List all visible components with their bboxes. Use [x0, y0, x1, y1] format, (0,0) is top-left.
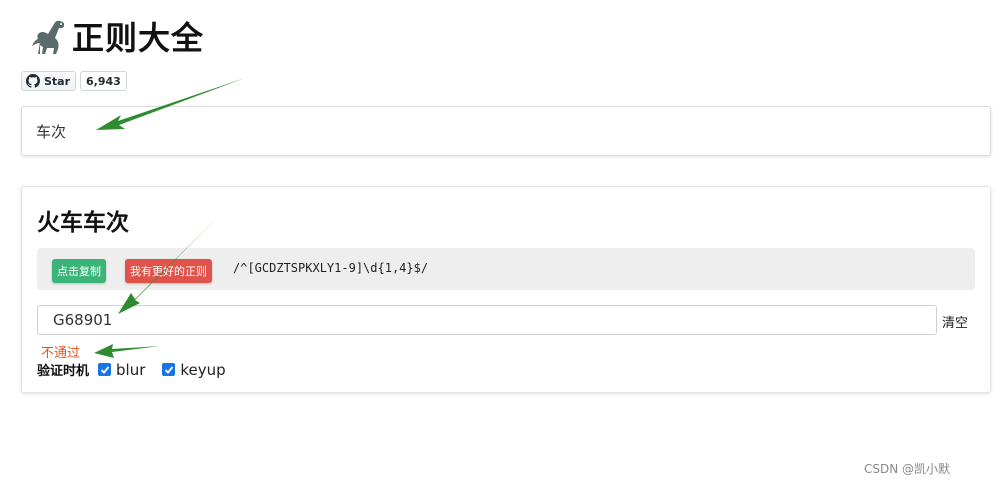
keyup-label: keyup	[180, 360, 226, 379]
regex-pattern: /^[GCDZTSPKXLY1-9]\d{1,4}$/	[233, 261, 429, 275]
search-box	[21, 106, 991, 156]
blur-label: blur	[116, 360, 146, 379]
search-input[interactable]	[36, 107, 936, 155]
better-regex-button[interactable]: 我有更好的正则	[125, 259, 212, 283]
github-icon	[26, 74, 40, 88]
validation-timing: 验证时机 blur keyup	[37, 360, 243, 380]
card-title: 火车车次	[37, 210, 129, 236]
regex-card: 火车车次 点击复制 我有更好的正则 /^[GCDZTSPKXLY1-9]\d{1…	[21, 186, 991, 393]
clear-button[interactable]: 清空	[942, 312, 968, 331]
regex-code-bar: 点击复制 我有更好的正则 /^[GCDZTSPKXLY1-9]\d{1,4}$/	[37, 248, 975, 290]
validation-result: 不通过	[41, 346, 81, 361]
keyup-checkbox[interactable]	[162, 363, 176, 376]
check-icon	[100, 365, 109, 374]
check-icon	[164, 365, 174, 374]
github-star-widget: Star 6,943	[21, 71, 127, 91]
timing-label: 验证时机	[37, 364, 90, 379]
watermark: CSDN @凯小默	[864, 462, 951, 476]
copy-button[interactable]: 点击复制	[52, 259, 106, 283]
blur-checkbox[interactable]	[98, 363, 112, 376]
dinosaur-icon	[32, 20, 65, 54]
test-input[interactable]	[37, 305, 937, 335]
page-header: 正则大全	[30, 14, 204, 58]
star-label: Star	[44, 74, 71, 88]
github-star-button[interactable]: Star	[21, 71, 77, 91]
page-title: 正则大全	[72, 19, 205, 57]
star-count[interactable]: 6,943	[80, 71, 127, 91]
